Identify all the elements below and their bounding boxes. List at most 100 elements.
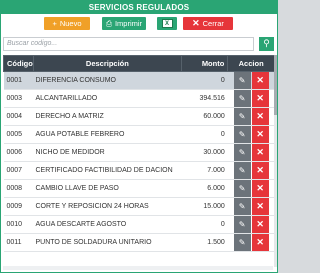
edit-button[interactable]: ✎ [233, 162, 251, 179]
table-row[interactable]: 0001 DIFERENCIA CONSUMO 0 ✎ ✕ [3, 71, 275, 90]
cell-descripcion: PUNTO DE SOLDADURA UNITARIO [33, 233, 182, 252]
cell-monto: 60.000 [181, 107, 228, 126]
delete-button[interactable]: ✕ [251, 72, 269, 89]
table-row[interactable]: 0011 PUNTO DE SOLDADURA UNITARIO 1.500 ✎ ✕ [3, 233, 275, 252]
col-codigo[interactable]: Código [3, 55, 34, 72]
cell-accion: ✎ ✕ [227, 89, 275, 108]
pencil-icon: ✎ [238, 166, 246, 175]
edit-button[interactable]: ✎ [233, 234, 251, 251]
cell-monto: 0 [181, 215, 228, 234]
cell-accion: ✎ ✕ [227, 197, 275, 216]
pencil-icon: ✎ [238, 238, 246, 247]
close-icon: ✕ [192, 18, 200, 28]
table-row[interactable]: 0008 CAMBIO LLAVE DE PASO 6.000 ✎ ✕ [3, 179, 275, 198]
table-row[interactable]: 0010 AGUA DESCARTE AGOSTO 0 ✎ ✕ [3, 215, 275, 234]
pencil-icon: ✎ [238, 148, 246, 157]
table-row[interactable]: 0006 NICHO DE MEDIDOR 30.000 ✎ ✕ [3, 143, 275, 162]
cell-monto: 394.516 [181, 89, 228, 108]
plus-icon: + [52, 19, 57, 28]
cell-codigo: 0008 [3, 179, 34, 198]
table-row[interactable]: 0007 CERTIFICADO FACTIBILIDAD DE DACION 7.… [3, 161, 275, 180]
pencil-icon: ✎ [238, 220, 246, 229]
edit-button[interactable]: ✎ [233, 216, 251, 233]
scrollbar-thumb[interactable] [274, 55, 277, 115]
delete-icon: ✕ [256, 111, 264, 121]
search-input[interactable]: Buscar codigo... [3, 37, 254, 51]
table-row[interactable]: 0009 CORTE Y REPOSICION 24 HORAS 15.000 ✎ ✕ [3, 197, 275, 216]
pencil-icon: ✎ [238, 94, 246, 103]
cell-descripcion: AGUA POTABLE FEBRERO [33, 125, 182, 144]
cell-monto: 0 [181, 125, 228, 144]
nuevo-label: Nuevo [59, 19, 82, 28]
edit-button[interactable]: ✎ [233, 180, 251, 197]
cell-monto: 30.000 [181, 143, 228, 162]
cell-codigo: 0004 [3, 107, 34, 126]
cell-descripcion: NICHO DE MEDIDOR [33, 143, 182, 162]
col-accion: Accion [227, 55, 275, 72]
toolbar: + Nuevo ⎙ Imprimir X ✕ Cerrar [1, 17, 277, 33]
delete-button[interactable]: ✕ [251, 198, 269, 215]
delete-button[interactable]: ✕ [251, 162, 269, 179]
pencil-icon: ✎ [238, 112, 246, 121]
cell-codigo: 0005 [3, 125, 34, 144]
delete-icon: ✕ [256, 183, 264, 193]
search-icon: ⚲ [263, 38, 270, 48]
cell-descripcion: ALCANTARILLADO [33, 89, 182, 108]
table-header-row: Código Descripción Monto Accion [3, 55, 275, 72]
excel-button[interactable]: X [157, 17, 177, 30]
edit-button[interactable]: ✎ [233, 108, 251, 125]
cerrar-label: Cerrar [202, 19, 224, 28]
delete-icon: ✕ [256, 201, 264, 211]
nuevo-button[interactable]: + Nuevo [44, 17, 90, 30]
cell-codigo: 0007 [3, 161, 34, 180]
cell-descripcion: DIFERENCIA CONSUMO [33, 71, 182, 90]
cell-accion: ✎ ✕ [227, 233, 275, 252]
edit-button[interactable]: ✎ [233, 90, 251, 107]
printer-icon: ⎙ [105, 19, 112, 28]
panel-title: SERVICIOS REGULADOS [1, 1, 277, 14]
delete-button[interactable]: ✕ [251, 144, 269, 161]
delete-button[interactable]: ✕ [251, 126, 269, 143]
cell-monto: 7.000 [181, 161, 228, 180]
delete-icon: ✕ [256, 237, 264, 247]
servicios-panel: SERVICIOS REGULADOS + Nuevo ⎙ Imprimir X… [0, 0, 278, 273]
cell-codigo: 0006 [3, 143, 34, 162]
edit-button[interactable]: ✎ [233, 198, 251, 215]
delete-button[interactable]: ✕ [251, 108, 269, 125]
delete-button[interactable]: ✕ [251, 90, 269, 107]
vertical-scrollbar[interactable] [274, 55, 277, 267]
edit-button[interactable]: ✎ [233, 126, 251, 143]
cerrar-button[interactable]: ✕ Cerrar [183, 17, 233, 30]
cell-accion: ✎ ✕ [227, 161, 275, 180]
cell-accion: ✎ ✕ [227, 215, 275, 234]
delete-button[interactable]: ✕ [251, 180, 269, 197]
cell-monto: 15.000 [181, 197, 228, 216]
col-descripcion[interactable]: Descripción [32, 55, 182, 72]
edit-button[interactable]: ✎ [233, 72, 251, 89]
cell-accion: ✎ ✕ [227, 179, 275, 198]
pencil-icon: ✎ [238, 76, 246, 85]
edit-button[interactable]: ✎ [233, 144, 251, 161]
cell-descripcion: CORTE Y REPOSICION 24 HORAS [33, 197, 182, 216]
pencil-icon: ✎ [238, 184, 246, 193]
pencil-icon: ✎ [238, 202, 246, 211]
table-row[interactable]: 0005 AGUA POTABLE FEBRERO 0 ✎ ✕ [3, 125, 275, 144]
cell-codigo: 0003 [3, 89, 34, 108]
servicios-table: Código Descripción Monto Accion 0001 DIFE… [3, 55, 275, 252]
cell-monto: 0 [181, 71, 228, 90]
delete-button[interactable]: ✕ [251, 234, 269, 251]
table-row[interactable]: 0003 ALCANTARILLADO 394.516 ✎ ✕ [3, 89, 275, 108]
cell-monto: 6.000 [181, 179, 228, 198]
delete-icon: ✕ [256, 147, 264, 157]
cell-accion: ✎ ✕ [227, 71, 275, 90]
delete-icon: ✕ [256, 129, 264, 139]
delete-icon: ✕ [256, 75, 264, 85]
imprimir-button[interactable]: ⎙ Imprimir [102, 17, 146, 30]
col-monto[interactable]: Monto [180, 55, 229, 72]
search-button[interactable]: ⚲ [259, 37, 274, 51]
horizontal-scrollbar[interactable] [3, 266, 273, 270]
cell-accion: ✎ ✕ [227, 125, 275, 144]
delete-button[interactable]: ✕ [251, 216, 269, 233]
delete-icon: ✕ [256, 219, 264, 229]
table-row[interactable]: 0004 DERECHO A MATRIZ 60.000 ✎ ✕ [3, 107, 275, 126]
